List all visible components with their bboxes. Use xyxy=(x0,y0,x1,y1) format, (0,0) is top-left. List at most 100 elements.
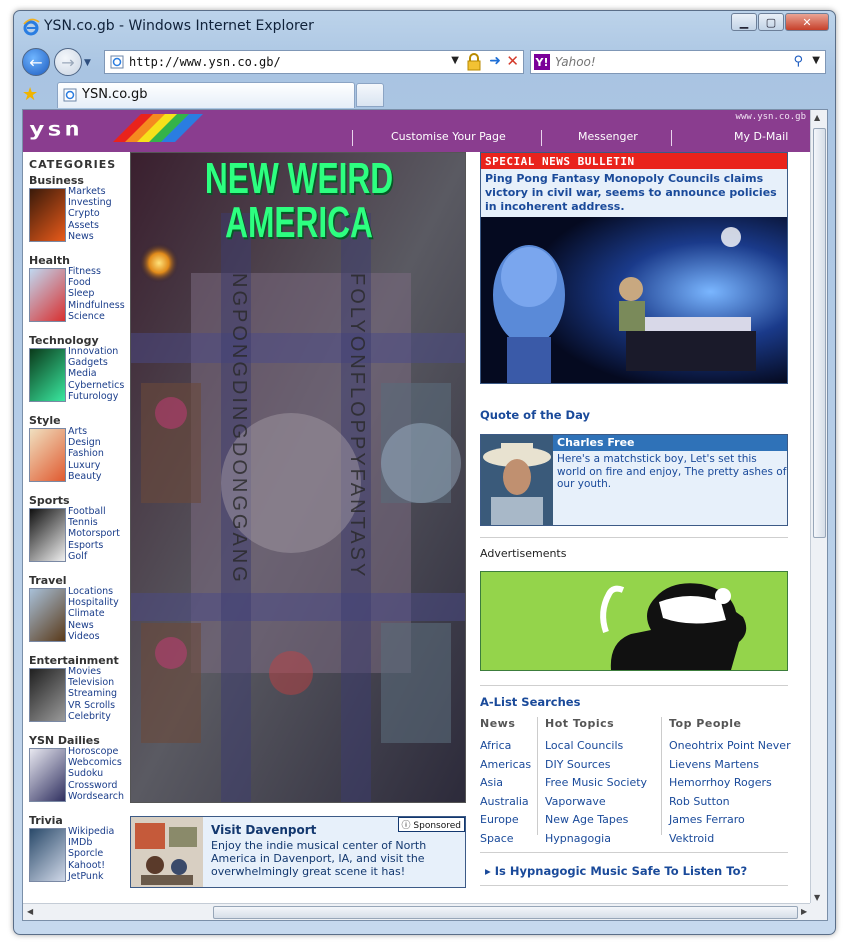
alist-link[interactable]: Rob Sutton xyxy=(669,793,791,812)
category-link[interactable]: Investing xyxy=(68,197,112,208)
alist-link[interactable]: Vaporwave xyxy=(545,793,647,812)
category-link[interactable]: Luxury xyxy=(68,460,104,471)
scroll-right-icon[interactable]: ▶ xyxy=(801,907,807,916)
alist-link[interactable]: Africa xyxy=(480,737,531,756)
special-news-bulletin[interactable]: SPECIAL NEWS BULLETIN Ping Pong Fantasy … xyxy=(480,152,788,384)
alist-link[interactable]: New Age Tapes xyxy=(545,811,647,830)
category-link[interactable]: Mindfulness xyxy=(68,300,125,311)
category-link[interactable]: Climate xyxy=(68,608,119,619)
alist-link[interactable]: Hemorrhoy Rogers xyxy=(669,774,791,793)
category-link[interactable]: Football xyxy=(68,506,120,517)
category-link[interactable]: Arts xyxy=(68,426,104,437)
category-thumbnail[interactable] xyxy=(29,268,66,322)
go-arrow-icon[interactable]: ➜ xyxy=(489,53,501,69)
category-link[interactable]: Crypto xyxy=(68,208,112,219)
alist-link[interactable]: Europe xyxy=(480,811,531,830)
search-icon[interactable]: ⚲ xyxy=(793,54,803,69)
category-link[interactable]: Tennis xyxy=(68,517,120,528)
scroll-left-icon[interactable]: ◀ xyxy=(27,907,33,916)
alist-link[interactable]: Hypnagogia xyxy=(545,830,647,849)
category-thumbnail[interactable] xyxy=(29,188,66,242)
category-thumbnail[interactable] xyxy=(29,588,66,642)
search-input[interactable] xyxy=(555,53,785,71)
category-link[interactable]: Webcomics xyxy=(68,757,124,768)
category-link[interactable]: Horoscope xyxy=(68,746,124,757)
alist-link[interactable]: Vektroid xyxy=(669,830,791,849)
alist-link[interactable]: Local Councils xyxy=(545,737,647,756)
category-link[interactable]: Wordsearch xyxy=(68,791,124,802)
customise-page-link[interactable]: Customise Your Page xyxy=(352,130,542,146)
alist-link[interactable]: Lievens Martens xyxy=(669,756,791,775)
category-link[interactable]: Videos xyxy=(68,631,119,642)
sponsored-title[interactable]: Visit Davenport xyxy=(211,823,316,837)
alist-link[interactable]: Americas xyxy=(480,756,531,775)
category-link[interactable]: Sleep xyxy=(68,288,125,299)
quote-author[interactable]: Charles Free xyxy=(553,435,787,451)
sponsored-davenport[interactable]: Visit Davenport Enjoy the indie musical … xyxy=(130,816,466,888)
category-link[interactable]: Design xyxy=(68,437,104,448)
alist-link[interactable]: Australia xyxy=(480,793,531,812)
address-dropdown-icon[interactable]: ▼ xyxy=(451,55,459,66)
horizontal-scrollbar[interactable]: ◀ ▶ xyxy=(23,903,812,920)
category-link[interactable]: IMDb xyxy=(68,837,114,848)
vertical-scrollbar[interactable]: ▲ ▼ xyxy=(810,110,827,905)
close-button[interactable]: ✕ xyxy=(785,13,829,31)
category-link[interactable]: Hospitality xyxy=(68,597,119,608)
lock-icon[interactable] xyxy=(467,53,481,71)
category-link[interactable]: Fashion xyxy=(68,448,104,459)
category-link[interactable]: News xyxy=(68,620,119,631)
alist-link[interactable]: James Ferraro xyxy=(669,811,791,830)
maximize-button[interactable]: ▢ xyxy=(758,13,784,31)
quote-of-the-day[interactable]: Charles Free Here's a matchstick boy, Le… xyxy=(480,434,788,526)
category-thumbnail[interactable] xyxy=(29,748,66,802)
alist-link[interactable]: Free Music Society xyxy=(545,774,647,793)
minimize-button[interactable]: ▁ xyxy=(731,13,757,31)
bulletin-headline[interactable]: Ping Pong Fantasy Monopoly Councils clai… xyxy=(481,169,787,217)
category-link[interactable]: Science xyxy=(68,311,125,322)
sponsored-badge[interactable]: ⓘ Sponsored xyxy=(397,817,465,832)
forward-button[interactable]: → xyxy=(54,48,82,76)
alist-link[interactable]: Asia xyxy=(480,774,531,793)
horizontal-scroll-thumb[interactable] xyxy=(213,906,798,919)
category-link[interactable]: Streaming xyxy=(68,688,117,699)
alist-link[interactable]: Oneohtrix Point Never xyxy=(669,737,791,756)
category-link[interactable]: Cybernetics xyxy=(68,380,124,391)
category-link[interactable]: Assets xyxy=(68,220,112,231)
category-link[interactable]: Fitness xyxy=(68,266,125,277)
messenger-link[interactable]: Messenger xyxy=(541,130,671,146)
new-tab-button[interactable] xyxy=(356,83,384,107)
search-box[interactable]: Y! ⚲ ▼ xyxy=(530,50,826,74)
stop-icon[interactable]: ✕ xyxy=(506,52,519,70)
category-thumbnail[interactable] xyxy=(29,828,66,882)
category-link[interactable]: Sporcle xyxy=(68,848,114,859)
category-link[interactable]: Wikipedia xyxy=(68,826,114,837)
address-bar[interactable]: http://www.ysn.co.gb/ ▼ ➜ ✕ xyxy=(104,50,524,74)
back-button[interactable]: ← xyxy=(22,48,50,76)
category-link[interactable]: Food xyxy=(68,277,125,288)
tab-ysn[interactable]: YSN.co.gb xyxy=(57,82,355,108)
search-options-dropdown-icon[interactable]: ▼ xyxy=(812,55,820,66)
category-link[interactable]: Markets xyxy=(68,186,112,197)
category-link[interactable]: Celebrity xyxy=(68,711,117,722)
category-link[interactable]: Golf xyxy=(68,551,120,562)
category-link[interactable]: Crossword xyxy=(68,780,124,791)
category-link[interactable]: Sudoku xyxy=(68,768,124,779)
category-thumbnail[interactable] xyxy=(29,508,66,562)
category-link[interactable]: VR Scrolls xyxy=(68,700,117,711)
category-link[interactable]: Futurology xyxy=(68,391,124,402)
category-link[interactable]: Innovation xyxy=(68,346,124,357)
scroll-up-icon[interactable]: ▲ xyxy=(814,113,820,122)
scroll-down-icon[interactable]: ▼ xyxy=(814,893,820,902)
category-link[interactable]: JetPunk xyxy=(68,871,114,882)
category-link[interactable]: Esports xyxy=(68,540,120,551)
history-dropdown-icon[interactable]: ▼ xyxy=(84,58,91,68)
category-thumbnail[interactable] xyxy=(29,668,66,722)
alist-link[interactable]: Space xyxy=(480,830,531,849)
vertical-scroll-thumb[interactable] xyxy=(813,128,826,538)
site-logo[interactable]: ysn xyxy=(29,118,82,141)
category-link[interactable]: Gadgets xyxy=(68,357,124,368)
alist-link[interactable]: DIY Sources xyxy=(545,756,647,775)
advertisement-banner[interactable] xyxy=(480,571,788,671)
hypnagogic-article-link[interactable]: ▸ Is Hypnagogic Music Safe To Listen To? xyxy=(485,864,747,878)
category-link[interactable]: Media xyxy=(68,368,124,379)
